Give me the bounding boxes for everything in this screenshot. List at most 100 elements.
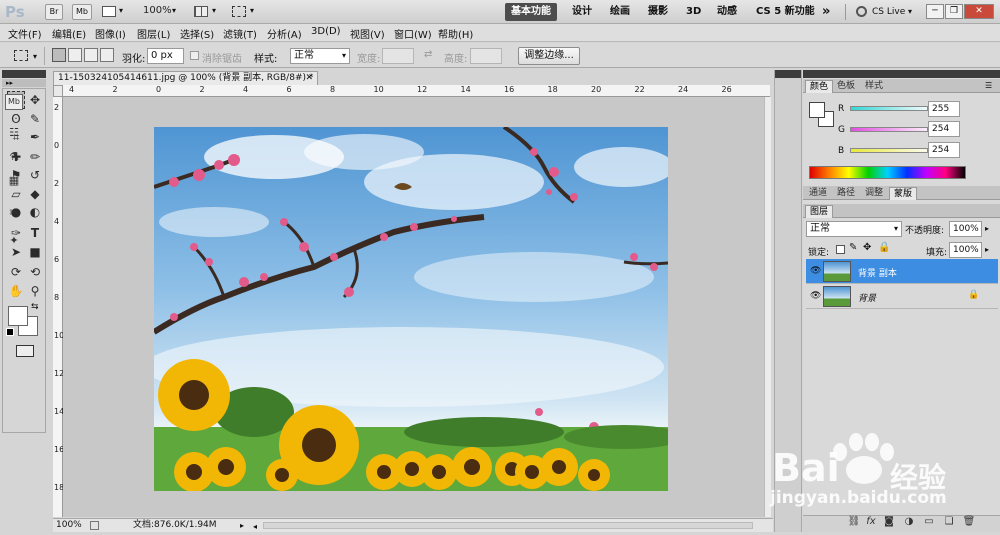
workspace-painting[interactable]: 绘画 xyxy=(604,3,636,21)
menu-window[interactable]: 窗口(W) xyxy=(394,26,432,41)
workspace-photography[interactable]: 摄影 xyxy=(642,3,674,21)
eye-icon[interactable]: 👁 xyxy=(810,266,821,276)
toolbar-collapse-icon[interactable]: ▸▸ xyxy=(2,79,46,87)
menu-layer[interactable]: 图层(L) xyxy=(137,26,170,41)
actions-panel-icon[interactable]: ⚗ xyxy=(5,150,23,166)
horizontal-scrollbar[interactable] xyxy=(263,522,753,529)
close-button[interactable]: ✕ xyxy=(964,4,994,19)
menu-image[interactable]: 图像(I) xyxy=(95,26,126,41)
arrange-documents-icon[interactable] xyxy=(194,6,208,17)
r-slider[interactable] xyxy=(850,106,928,111)
bridge-button[interactable]: Br xyxy=(45,4,63,20)
status-icon[interactable] xyxy=(90,521,99,530)
zoom-tool[interactable]: ⚲ xyxy=(26,282,44,300)
swap-dimensions-icon[interactable]: ⇄ xyxy=(424,49,432,60)
style-select[interactable]: 正常 ▾ xyxy=(290,48,350,64)
tab-layers[interactable]: 图层 xyxy=(805,205,834,218)
foreground-color-swatch[interactable] xyxy=(8,306,28,326)
menu-view[interactable]: 视图(V) xyxy=(350,26,385,41)
intersect-selection-icon[interactable] xyxy=(100,48,114,62)
move-tool[interactable]: ✥ xyxy=(26,91,44,109)
lock-all-icon[interactable]: 🔒 xyxy=(878,242,890,253)
layer-name[interactable]: 背景 xyxy=(858,291,876,304)
status-menu-arrow-icon[interactable]: ▸ xyxy=(240,519,244,532)
eyedropper-tool[interactable]: ✒ xyxy=(26,128,44,146)
adjustment-layer-icon[interactable]: ◑ xyxy=(902,516,916,530)
default-colors-icon[interactable] xyxy=(6,328,14,336)
minibridge-button[interactable]: Mb xyxy=(72,4,92,20)
tab-adjustments[interactable]: 调整 xyxy=(861,187,887,200)
workspace-new-in-cs5[interactable]: CS 5 新功能 xyxy=(750,3,821,21)
cs-live-label[interactable]: CS Live xyxy=(872,7,905,17)
refine-edge-button[interactable]: 调整边缘... xyxy=(518,47,580,65)
quick-mask-icon[interactable] xyxy=(16,345,34,357)
g-slider[interactable] xyxy=(850,127,928,132)
feather-input[interactable]: 0 px xyxy=(147,48,184,64)
paint-bucket-tool[interactable]: ◆ xyxy=(26,185,44,203)
brush-panel-icon[interactable]: ✦ xyxy=(5,234,23,250)
chevron-down-icon[interactable]: ▾ xyxy=(908,7,912,16)
lock-position-icon[interactable]: ✥ xyxy=(863,242,871,253)
type-tool[interactable]: T xyxy=(26,224,44,242)
delete-layer-icon[interactable]: 🗑 xyxy=(962,516,976,530)
menu-analysis[interactable]: 分析(A) xyxy=(267,26,302,41)
workspace-design[interactable]: 设计 xyxy=(566,3,598,21)
layer-style-icon[interactable]: fx xyxy=(864,516,878,530)
status-zoom[interactable]: 100% xyxy=(56,519,82,532)
new-selection-icon[interactable] xyxy=(52,48,66,62)
chevron-down-icon[interactable]: ▾ xyxy=(250,6,254,15)
blend-mode-select[interactable]: 正常 ▾ xyxy=(806,221,902,237)
marquee-preset-icon[interactable] xyxy=(14,50,28,61)
subtract-selection-icon[interactable] xyxy=(84,48,98,62)
3d-orbit-tool[interactable]: ⟲ xyxy=(26,263,44,281)
tab-channels[interactable]: 通道 xyxy=(805,187,831,200)
brush-tool[interactable]: ✏ xyxy=(26,148,44,166)
layer-name[interactable]: 背景 副本 xyxy=(858,266,897,279)
r-value-input[interactable]: 255 xyxy=(928,101,960,117)
document-image[interactable] xyxy=(154,127,668,491)
tab-styles[interactable]: 样式 xyxy=(861,80,887,93)
workspace-3d[interactable]: 3D xyxy=(680,3,707,21)
menu-3d[interactable]: 3D(D) xyxy=(311,26,341,37)
minibridge-panel-icon[interactable]: Mb xyxy=(5,94,23,110)
workspace-motion[interactable]: 动感 xyxy=(711,3,743,21)
layer-row-background-copy[interactable]: 👁 背景 副本 xyxy=(806,259,998,284)
menu-filter[interactable]: 滤镜(T) xyxy=(223,26,257,41)
tab-paths[interactable]: 路径 xyxy=(833,187,859,200)
b-value-input[interactable]: 254 xyxy=(928,142,960,158)
menu-select[interactable]: 选择(S) xyxy=(180,26,214,41)
link-layers-icon[interactable]: ⛓ xyxy=(847,516,861,530)
document-tab[interactable]: 11-150324105414611.jpg @ 100% (背景 副本, RG… xyxy=(53,71,318,85)
cs-live-icon[interactable] xyxy=(856,6,867,17)
scroll-left-icon[interactable]: ◂ xyxy=(253,520,257,533)
history-brush-tool[interactable]: ↺ xyxy=(26,166,44,184)
new-layer-icon[interactable]: ❏ xyxy=(942,516,956,530)
panel-menu-icon[interactable]: ☰ xyxy=(985,81,992,90)
history-panel-icon[interactable]: ☷ xyxy=(5,126,23,142)
menu-edit[interactable]: 编辑(E) xyxy=(52,26,86,41)
menu-file[interactable]: 文件(F) xyxy=(8,26,42,41)
tab-masks[interactable]: 蒙版 xyxy=(889,187,918,200)
workspace-essentials[interactable]: 基本功能 xyxy=(505,3,557,21)
opacity-input[interactable]: 100% xyxy=(949,221,982,237)
g-value-input[interactable]: 254 xyxy=(928,121,960,137)
screen-mode-icon[interactable] xyxy=(232,6,246,17)
ruler-origin[interactable] xyxy=(53,85,63,97)
hand-tool[interactable]: ✋ xyxy=(7,282,25,300)
b-slider[interactable] xyxy=(850,148,928,153)
fill-arrow-icon[interactable]: ▸ xyxy=(985,245,989,254)
layer-row-background[interactable]: 👁 背景 🔒 xyxy=(806,284,998,309)
add-mask-icon[interactable]: ◙ xyxy=(882,516,896,530)
view-extras-icon[interactable] xyxy=(102,6,116,17)
minimize-button[interactable]: ─ xyxy=(926,4,944,19)
lock-transparency-icon[interactable] xyxy=(836,245,845,254)
more-workspaces-button[interactable]: » xyxy=(816,3,836,21)
opacity-arrow-icon[interactable]: ▸ xyxy=(985,224,989,233)
swap-colors-icon[interactable]: ⇆ xyxy=(31,302,39,312)
menu-help[interactable]: 帮助(H) xyxy=(438,26,473,41)
eye-icon[interactable]: 👁 xyxy=(810,291,821,301)
vertical-scrollbar[interactable] xyxy=(764,97,771,517)
tab-color[interactable]: 颜色 xyxy=(805,80,834,93)
3d-rotate-tool[interactable]: ⟳ xyxy=(7,263,25,281)
add-to-selection-icon[interactable] xyxy=(68,48,82,62)
